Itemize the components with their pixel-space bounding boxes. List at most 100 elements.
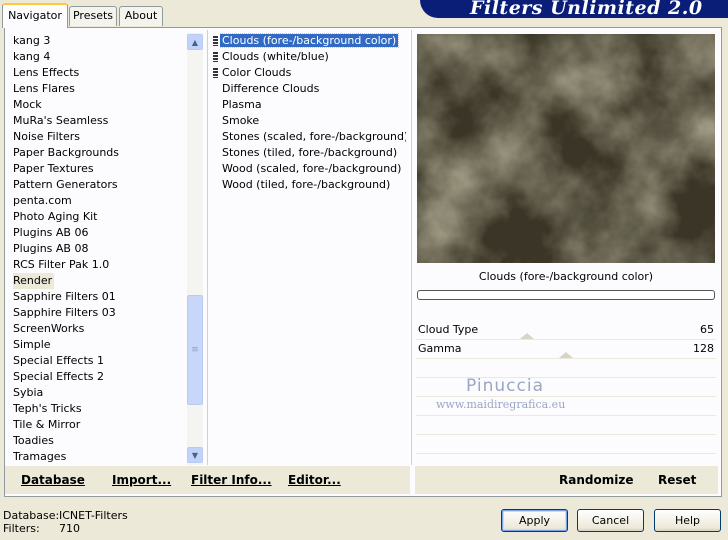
category-item[interactable]: Photo Aging Kit [13,210,97,223]
filter-item[interactable]: Wood (scaled, fore-/background) [222,162,401,175]
category-item[interactable]: Sapphire Filters 01 [13,290,116,303]
category-row[interactable]: Pattern Generators [13,177,185,193]
category-item[interactable]: Special Effects 2 [13,370,104,383]
category-item[interactable]: Render [13,274,52,287]
category-row[interactable]: Tramages [13,449,185,465]
param-slider-thumb[interactable] [559,352,574,358]
category-row[interactable]: Noise Filters [13,129,185,145]
category-item[interactable]: penta.com [13,194,72,207]
category-row[interactable]: Paper Backgrounds [13,145,185,161]
param-slider-track[interactable] [486,333,646,339]
filter-row[interactable]: Color Clouds [220,65,406,81]
help-button[interactable]: Help [654,509,721,532]
category-row[interactable]: Lens Flares [13,81,185,97]
category-row[interactable]: kang 4 [13,49,185,65]
filter-item[interactable]: Wood (tiled, fore-/background) [222,178,390,191]
category-row[interactable]: ScreenWorks [13,321,185,337]
filter-item[interactable]: Clouds (fore-/background color) [220,33,400,48]
category-item[interactable]: RCS Filter Pak 1.0 [13,258,109,271]
filter-item[interactable]: Color Clouds [222,66,291,79]
category-row[interactable]: RCS Filter Pak 1.0 [13,257,185,273]
category-row[interactable]: Plugins AB 08 [13,241,185,257]
database-button[interactable]: Database [21,473,85,487]
category-item[interactable]: Tramages [13,450,66,463]
filter-row[interactable]: Difference Clouds [220,81,406,97]
editor-button[interactable]: Editor... [288,473,341,487]
apply-button[interactable]: Apply [501,509,568,532]
filter-row[interactable]: Smoke [220,113,406,129]
filter-row[interactable]: Stones (scaled, fore-/background) [220,129,406,145]
category-row[interactable]: Toadies [13,433,185,449]
tab-about[interactable]: About [119,6,163,26]
filters-info: Filters: 710 [3,522,80,535]
category-scrollbar[interactable]: ▲ ≡ ▼ [187,33,203,465]
category-row[interactable]: Special Effects 2 [13,369,185,385]
category-item[interactable]: Paper Textures [13,162,94,175]
scroll-down-button[interactable]: ▼ [187,447,203,463]
filter-row[interactable]: Clouds (fore-/background color) [220,33,406,49]
category-item[interactable]: ScreenWorks [13,322,84,335]
category-item[interactable]: Special Effects 1 [13,354,104,367]
cancel-button[interactable]: Cancel [577,509,644,532]
category-row[interactable]: penta.com [13,193,185,209]
param-slider-thumb[interactable] [519,333,534,339]
filter-item[interactable]: Plasma [222,98,262,111]
category-row[interactable]: Sybia [13,385,185,401]
filter-item[interactable]: Difference Clouds [222,82,319,95]
category-item[interactable]: Paper Backgrounds [13,146,119,159]
filter-item[interactable]: Clouds (white/blue) [222,50,329,63]
category-item[interactable]: Pattern Generators [13,178,118,191]
category-item[interactable]: MuRa's Seamless [13,114,108,127]
category-item[interactable]: Noise Filters [13,130,80,143]
filter-info-label: Filter Info... [191,473,272,487]
category-row[interactable]: Tile & Mirror [13,417,185,433]
category-item[interactable]: Mock [13,98,42,111]
category-item[interactable]: Lens Effects [13,66,79,79]
category-row[interactable]: kang 3 [13,33,185,49]
reset-button[interactable]: Reset [658,473,696,487]
filter-row[interactable]: Wood (scaled, fore-/background) [220,161,406,177]
filter-list[interactable]: Clouds (fore-/background color) Clouds (w… [220,33,406,233]
category-row[interactable]: Plugins AB 06 [13,225,185,241]
category-row[interactable]: Special Effects 1 [13,353,185,369]
param-cloud-type[interactable]: Cloud Type 65 [416,321,716,340]
filter-row[interactable]: Stones (tiled, fore-/background) [220,145,406,161]
filter-row[interactable]: Wood (tiled, fore-/background) [220,177,406,193]
import-button[interactable]: Import... [112,473,171,487]
category-item[interactable]: Teph's Tricks [13,402,82,415]
filter-item[interactable]: Stones (tiled, fore-/background) [222,146,397,159]
category-list[interactable]: kang 3 kang 4 Lens Effects Lens Flares Mock M… [13,33,185,465]
category-row[interactable]: MuRa's Seamless [13,113,185,129]
tab-presets[interactable]: Presets [69,6,117,26]
category-item[interactable]: Lens Flares [13,82,75,95]
filter-row[interactable]: Clouds (white/blue) [220,49,406,65]
param-gamma[interactable]: Gamma 128 [416,340,716,359]
category-row[interactable]: Teph's Tricks [13,401,185,417]
category-item[interactable]: Sybia [13,386,43,399]
category-row[interactable]: Lens Effects [13,65,185,81]
filter-item[interactable]: Smoke [222,114,259,127]
filter-row[interactable]: Plasma [220,97,406,113]
category-row[interactable]: Mock [13,97,185,113]
category-row[interactable]: Simple [13,337,185,353]
category-row[interactable]: Paper Textures [13,161,185,177]
category-row[interactable]: Sapphire Filters 03 [13,305,185,321]
scroll-up-button[interactable]: ▲ [187,34,203,50]
param-slider-track[interactable] [486,352,646,358]
filter-info-button[interactable]: Filter Info... [191,473,272,487]
category-item[interactable]: Toadies [13,434,54,447]
category-item[interactable]: kang 4 [13,50,50,63]
scrollbar-thumb[interactable]: ≡ [187,295,203,405]
category-row[interactable]: Render [13,273,55,289]
category-row[interactable]: Sapphire Filters 01 [13,289,185,305]
tab-navigator[interactable]: Navigator [2,3,68,28]
category-item[interactable]: Tile & Mirror [13,418,80,431]
category-item[interactable]: Simple [13,338,51,351]
category-item[interactable]: kang 3 [13,34,50,47]
randomize-button[interactable]: Randomize [559,473,633,487]
category-row[interactable]: Photo Aging Kit [13,209,185,225]
filter-item[interactable]: Stones (scaled, fore-/background) [222,130,406,143]
category-item[interactable]: Plugins AB 08 [13,242,88,255]
category-item[interactable]: Plugins AB 06 [13,226,88,239]
category-item[interactable]: Sapphire Filters 03 [13,306,116,319]
